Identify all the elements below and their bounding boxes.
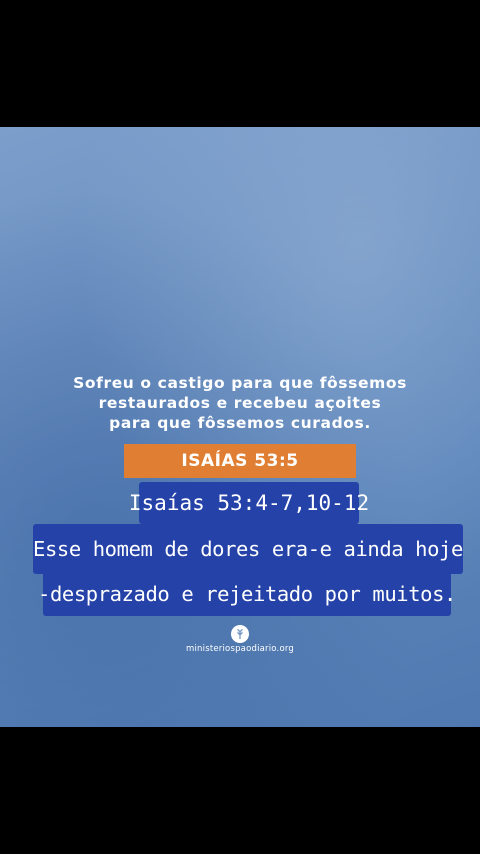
wheat-leaf-icon [231,625,249,643]
caption-reference-text: Isaías 53:4-7,10-12 [128,491,370,515]
site-url: ministeriospaodiario.org [186,644,294,654]
caption-line-1: Esse homem de dores era-e ainda hoje [33,524,463,574]
caption-reference: Isaías 53:4-7,10-12 [129,482,369,524]
verse-quote-line: Sofreu o castigo para que fôssemos [73,374,407,392]
verse-quote: Sofreu o castigo para que fôssemos resta… [0,373,480,433]
verse-quote-line: para que fôssemos curados. [109,414,371,432]
caption-line-2: -desprazado e rejeitado por muitos. [38,572,456,616]
caption-line-2-text: -desprazado e rejeitado por muitos. [38,582,456,606]
verse-reference-badge: ISAÍAS 53:5 [124,444,356,478]
video-frame: Sofreu o castigo para que fôssemos resta… [0,0,480,854]
verse-quote-line: restaurados e recebeu açoites [98,394,382,412]
caption-line-1-text: Esse homem de dores era-e ainda hoje [33,537,463,561]
verse-image: Sofreu o castigo para que fôssemos resta… [0,127,480,727]
